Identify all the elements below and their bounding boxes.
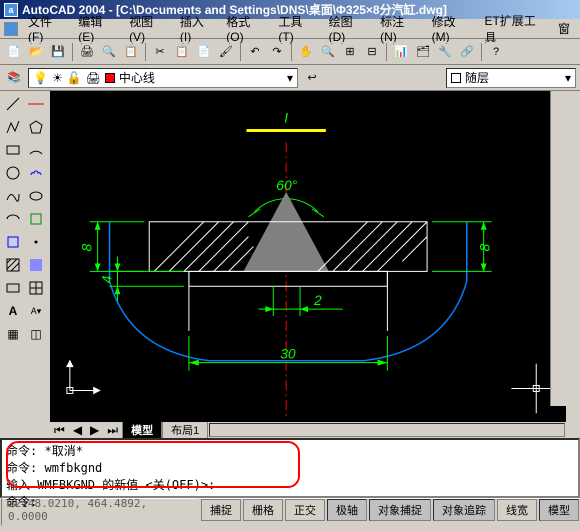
pline-icon[interactable] <box>2 116 24 138</box>
spline-icon[interactable] <box>2 185 24 207</box>
region-icon[interactable] <box>2 277 24 299</box>
marker-label: I <box>284 110 288 126</box>
db-icon[interactable]: 🔗 <box>457 42 477 62</box>
workspace: A A▾ ▦ ◫ I 60° <box>0 91 580 438</box>
redo-icon[interactable]: ↷ <box>267 42 287 62</box>
text-icon[interactable]: A▾ <box>25 300 47 322</box>
match-icon[interactable]: 🖌 <box>216 42 236 62</box>
dim-30: 30 <box>280 346 296 362</box>
help-icon[interactable]: ? <box>486 42 506 62</box>
prop-icon[interactable]: 📊 <box>391 42 411 62</box>
dim-8-right: 8 <box>477 244 493 252</box>
cmd-text: wmfbkgnd <box>44 461 102 475</box>
line-icon[interactable] <box>2 93 24 115</box>
tab-next-icon[interactable]: ▶ <box>86 423 103 437</box>
rect-icon[interactable] <box>2 139 24 161</box>
right-panel <box>566 91 580 438</box>
point-icon[interactable] <box>25 231 47 253</box>
polygon-icon[interactable] <box>25 116 47 138</box>
surface-icon[interactable]: ▦ <box>2 323 24 345</box>
dim-4: 4 <box>99 275 115 283</box>
tab-layout1[interactable]: 布局1 <box>162 420 208 440</box>
block-icon[interactable] <box>2 231 24 253</box>
color-name: 随层 <box>465 69 489 86</box>
sun-icon: ☀ <box>52 71 63 85</box>
tab-model[interactable]: 模型 <box>122 420 162 440</box>
cut-icon[interactable]: ✂ <box>150 42 170 62</box>
menu-window[interactable]: 窗 <box>552 18 576 39</box>
insert-icon[interactable] <box>25 208 47 230</box>
open-icon[interactable]: 📂 <box>26 42 46 62</box>
zoom-rt-icon[interactable]: 🔍 <box>318 42 338 62</box>
cmd-label: 命令: <box>6 461 37 475</box>
gradient-icon[interactable] <box>25 254 47 276</box>
app-icon: a <box>4 3 18 17</box>
angle-dim: 60° <box>276 177 297 193</box>
publish-icon[interactable]: 📋 <box>121 42 141 62</box>
tab-last-icon[interactable]: ⏭ <box>103 423 122 438</box>
lock-icon: 🔓 <box>67 71 82 85</box>
arc-icon[interactable] <box>25 139 47 161</box>
cmd-prompt: 输入 WMFBKGND 的新值 <关(OFF)>: <box>6 476 574 493</box>
doc-icon <box>4 22 18 36</box>
horizontal-scrollbar[interactable] <box>209 423 565 437</box>
cmd-label: 命令: <box>6 493 574 510</box>
new-icon[interactable]: 📄 <box>4 42 24 62</box>
save-icon[interactable]: 💾 <box>48 42 68 62</box>
cmd-text: *取消* <box>44 444 82 458</box>
layer-dropdown[interactable]: 💡 ☀ 🔓 🖨 中心线 ▾ <box>28 68 298 88</box>
vertical-scrollbar[interactable] <box>550 91 566 406</box>
hatch-icon[interactable] <box>2 254 24 276</box>
tp-icon[interactable]: 🔧 <box>435 42 455 62</box>
command-window[interactable]: 命令: *取消* 命令: wmfbkgnd 输入 WMFBKGND 的新值 <关… <box>0 438 580 498</box>
solid-icon[interactable]: ◫ <box>25 323 47 345</box>
dim-8-left: 8 <box>79 244 95 252</box>
drawing-area: I 60° <box>50 91 566 438</box>
layer-prev-icon[interactable]: ↩ <box>302 68 322 88</box>
ellipse-icon[interactable] <box>25 185 47 207</box>
plot-icon: 🖨 <box>86 71 101 85</box>
copy-icon[interactable]: 📋 <box>172 42 192 62</box>
chevron-down-icon: ▾ <box>287 71 293 85</box>
dc-icon[interactable]: 🗂 <box>413 42 433 62</box>
tab-row: ⏮ ◀ ▶ ⏭ 模型 布局1 <box>50 422 566 438</box>
undo-icon[interactable]: ↶ <box>245 42 265 62</box>
layer-color-swatch <box>105 73 115 83</box>
layer-toolbar: 📚 💡 ☀ 🔓 🖨 中心线 ▾ ↩ 随层 ▾ <box>0 65 580 91</box>
draw-toolbar: A A▾ ▦ ◫ <box>0 91 50 438</box>
paste-icon[interactable]: 📄 <box>194 42 214 62</box>
mtext-icon[interactable]: A <box>2 300 24 322</box>
tab-prev-icon[interactable]: ◀ <box>69 423 86 437</box>
canvas[interactable]: I 60° <box>50 91 566 422</box>
print-icon[interactable]: 🖨 <box>77 42 97 62</box>
pan-icon[interactable]: ✋ <box>296 42 316 62</box>
menu-bar: 文件(F) 编辑(E) 视图(V) 插入(I) 格式(O) 工具(T) 绘图(D… <box>0 19 580 39</box>
revcloud-icon[interactable] <box>25 162 47 184</box>
tab-first-icon[interactable]: ⏮ <box>50 423 69 438</box>
zoom-win-icon[interactable]: ⊞ <box>340 42 360 62</box>
circle-icon[interactable] <box>2 162 24 184</box>
dim-2: 2 <box>313 292 322 308</box>
xline-icon[interactable] <box>25 93 47 115</box>
drawing-svg: I 60° <box>50 91 566 422</box>
chevron-down-icon: ▾ <box>565 71 571 85</box>
layer-name: 中心线 <box>119 69 155 86</box>
lightbulb-icon: 💡 <box>33 71 48 85</box>
table-icon[interactable] <box>25 277 47 299</box>
color-dropdown[interactable]: 随层 ▾ <box>446 68 576 88</box>
layer-mgr-icon[interactable]: 📚 <box>4 68 24 88</box>
ellipse-arc-icon[interactable] <box>2 208 24 230</box>
zoom-prev-icon[interactable]: ⊟ <box>362 42 382 62</box>
preview-icon[interactable]: 🔍 <box>99 42 119 62</box>
cmd-label: 命令: <box>6 444 37 458</box>
color-swatch <box>451 73 461 83</box>
